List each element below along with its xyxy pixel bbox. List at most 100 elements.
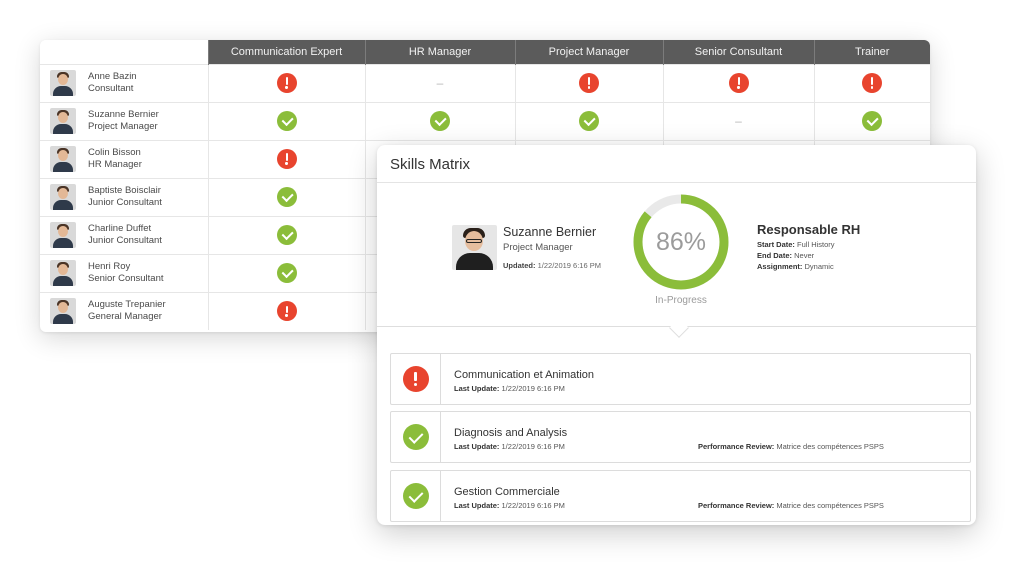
progress-ring: 86% [631,192,731,292]
grid-header-row: Communication Expert HR Manager Project … [40,40,930,64]
skill-name: Diagnosis and Analysis [454,427,568,439]
employee-role: Project Manager [503,242,573,253]
table-row[interactable]: Suzanne Bernier Project Manager – [40,101,930,140]
column-header[interactable]: Communication Expert [207,40,365,64]
skill-status [391,412,441,462]
skill-status-cell[interactable] [207,177,365,216]
employee-title: Junior Consultant [88,197,162,208]
skill-status [391,354,441,404]
skill-status-cell[interactable] [207,253,365,292]
skill-status-cell[interactable]: – [364,63,515,102]
employee-cell[interactable]: Charline Duffet Junior Consultant [40,215,208,254]
skill-item[interactable]: Gestion Commerciale Last Update: 1/22/201… [390,470,971,522]
skill-status [391,471,441,521]
employee-title: Consultant [88,83,134,94]
start-date: Start Date: Full History [757,240,835,249]
skill-status-cell[interactable] [514,101,663,140]
section-pointer [669,318,689,338]
skill-performance-review: Performance Review: Matrice des compéten… [698,501,884,510]
check-circle-icon [862,111,883,131]
avatar[interactable] [452,225,497,270]
assignment-title[interactable]: Responsable RH [757,222,957,237]
avatar [50,260,76,286]
skill-last-update: Last Update: 1/22/2019 6:16 PM [454,501,565,510]
skill-status-cell[interactable] [514,63,663,102]
employee-name: Auguste Trepanier [88,299,166,311]
grid-corner-cell [40,40,208,64]
employee-name: Suzanne Bernier [88,109,159,120]
employee-name: Henri Roy [88,261,131,272]
column-header[interactable]: HR Manager [364,40,515,64]
skill-item[interactable]: Communication et Animation Last Update: 1… [390,353,971,405]
employee-cell[interactable]: Auguste Trepanier General Manager [40,291,208,330]
skill-status-cell[interactable] [813,63,930,102]
column-header[interactable]: Trainer [813,40,930,64]
employee-title: Project Manager [88,121,158,132]
alert-circle-icon [579,73,599,93]
alert-circle-icon [276,73,297,93]
employee-name[interactable]: Suzanne Bernier [503,225,596,239]
skill-name: Gestion Commerciale [454,486,560,498]
alert-circle-icon [276,301,297,322]
dash-icon: – [436,76,444,90]
employee-name: Colin Bisson [88,147,141,158]
check-circle-icon [579,111,599,131]
skill-status-cell[interactable] [662,63,814,102]
skill-status-cell[interactable] [207,291,365,330]
avatar [50,222,76,248]
employee-title: General Manager [88,311,162,323]
check-circle-icon [430,111,450,131]
avatar [50,70,76,96]
skill-status-cell[interactable] [813,101,930,140]
avatar [50,298,76,325]
employee-title: HR Manager [88,159,142,170]
check-circle-icon [402,483,429,509]
employee-cell[interactable]: Suzanne Bernier Project Manager [40,101,208,140]
table-row[interactable]: Anne Bazin Consultant – [40,63,930,102]
check-circle-icon [276,111,297,131]
progress-percent: 86% [655,228,707,256]
alert-circle-icon [728,73,749,93]
panel-title: Skills Matrix [390,156,471,173]
end-date: End Date: Never [757,251,815,260]
employee-updated: Updated: 1/22/2019 6:16 PM [503,261,601,270]
column-header[interactable]: Senior Consultant [662,40,814,64]
skills-matrix-panel: Skills Matrix Suzanne Bernier Project Ma… [377,145,976,525]
employee-cell[interactable]: Henri Roy Senior Consultant [40,253,208,292]
check-circle-icon [276,187,297,207]
check-circle-icon [276,263,297,283]
column-header[interactable]: Project Manager [514,40,663,64]
progress-status: In-Progress [655,295,707,306]
skill-item[interactable]: Diagnosis and Analysis Last Update: 1/22/… [390,411,971,463]
skill-status-cell[interactable] [207,63,365,102]
alert-circle-icon [402,366,429,392]
skill-performance-review: Performance Review: Matrice des compéten… [698,442,884,451]
updated-label: Updated: [503,261,536,270]
skill-status-cell[interactable] [207,101,365,140]
assignment-type: Assignment: Dynamic [757,262,834,271]
employee-name: Baptiste Boisclair [88,185,161,196]
skill-name: Communication et Animation [454,369,595,381]
check-circle-icon [276,225,297,245]
alert-circle-icon [862,73,883,93]
employee-cell[interactable]: Colin Bisson HR Manager [40,139,208,178]
employee-cell[interactable]: Baptiste Boisclair Junior Consultant [40,177,208,216]
skill-last-update: Last Update: 1/22/2019 6:16 PM [454,442,565,451]
skill-status-cell[interactable] [364,101,515,140]
avatar [50,146,76,172]
avatar [50,184,76,210]
dash-icon: – [735,114,742,128]
skill-last-update: Last Update: 1/22/2019 6:16 PM [454,384,565,393]
title-divider [377,182,976,183]
skill-status-cell[interactable] [207,215,365,254]
skill-status-cell[interactable]: – [662,101,814,140]
employee-title: Junior Consultant [88,235,162,246]
alert-circle-icon [276,149,297,169]
skill-status-cell[interactable] [207,139,365,178]
employee-cell[interactable]: Anne Bazin Consultant [40,63,208,102]
assignment-details: Responsable RH Start Date: Full History … [757,222,957,272]
updated-value: 1/22/2019 6:16 PM [537,261,601,270]
employee-name: Charline Duffet [88,223,152,234]
employee-name: Anne Bazin [88,71,137,82]
check-circle-icon [402,424,429,450]
